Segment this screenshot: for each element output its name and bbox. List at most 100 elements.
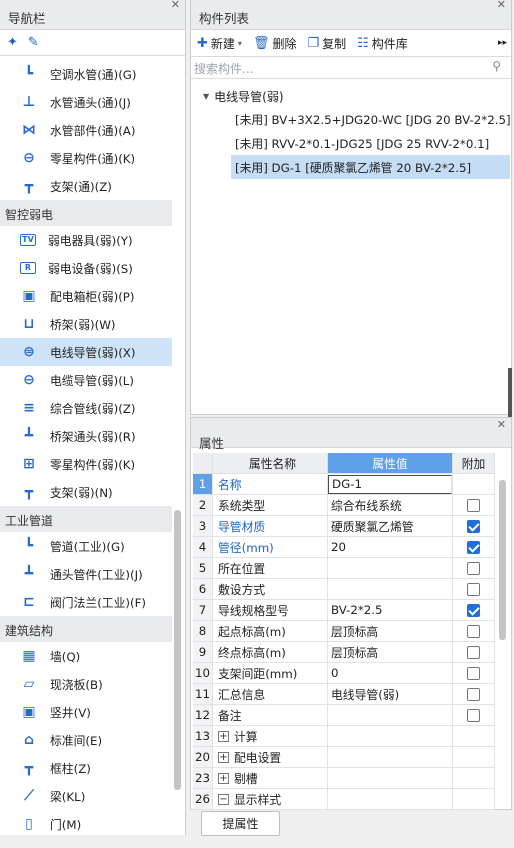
extract-property-button[interactable]: 提属性 bbox=[201, 811, 280, 836]
extra-checkbox[interactable] bbox=[467, 624, 480, 638]
search-icon[interactable]: ⚲ bbox=[492, 59, 501, 73]
sidebar-item[interactable]: ⊖ 零星构件(通)(K) bbox=[0, 144, 172, 172]
property-value[interactable]: 0 bbox=[328, 663, 453, 683]
sidebar-item[interactable]: ⊥ 水管通头(通)(J) bbox=[0, 88, 172, 116]
sidebar-item[interactable]: ⊖ 电缆导管(弱)(L) bbox=[0, 366, 172, 394]
property-name-text: 导线规格型号 bbox=[218, 603, 289, 618]
sidebar-item[interactable]: ┳ 支架(弱)(N) bbox=[0, 478, 172, 506]
expand-icon[interactable]: + bbox=[218, 772, 229, 784]
collapse-icon[interactable]: − bbox=[218, 793, 229, 805]
extra-checkbox[interactable] bbox=[467, 603, 480, 617]
sidebar-item[interactable]: ┗ 管道(工业)(G) bbox=[0, 532, 172, 560]
nav-scrollbar[interactable] bbox=[174, 510, 181, 790]
close-icon[interactable]: ✕ bbox=[497, 418, 506, 431]
table-row[interactable]: 4 管径(mm) 20 bbox=[193, 537, 495, 558]
close-icon[interactable]: ✕ bbox=[497, 0, 506, 11]
property-value[interactable]: 硬质聚氯乙烯管 bbox=[328, 516, 453, 536]
table-row[interactable]: 10 支架间距(mm) 0 bbox=[193, 663, 495, 684]
table-row[interactable]: 7 导线规格型号 BV-2*2.5 bbox=[193, 600, 495, 621]
sidebar-item[interactable]: ⊏ 阀门法兰(工业)(F) bbox=[0, 588, 172, 616]
sidebar-item[interactable]: ▱ 现浇板(B) bbox=[0, 670, 172, 698]
property-value[interactable]: 综合布线系统 bbox=[328, 495, 453, 515]
extra-checkbox[interactable] bbox=[467, 519, 480, 533]
sidebar-item[interactable]: ⋈ 水管部件(通)(A) bbox=[0, 116, 172, 144]
copy-button[interactable]: ❐ 复制 bbox=[307, 35, 346, 52]
sidebar-item[interactable]: ⊜ 电线导管(弱)(X) bbox=[0, 338, 172, 366]
expand-icon[interactable]: + bbox=[218, 730, 229, 742]
extra-checkbox[interactable] bbox=[467, 666, 480, 680]
sidebar-group[interactable]: 智控弱电 bbox=[0, 200, 172, 226]
property-value[interactable] bbox=[328, 747, 453, 767]
property-value[interactable] bbox=[328, 579, 453, 599]
more-icon[interactable]: ▸▸ bbox=[498, 38, 507, 48]
sidebar-group[interactable]: 建筑结构 bbox=[0, 616, 172, 642]
property-value[interactable]: 层顶标高 bbox=[328, 642, 453, 662]
search-input[interactable]: 搜索构件... ⚲ bbox=[191, 57, 511, 79]
extra-checkbox[interactable] bbox=[467, 645, 480, 659]
extra-checkbox[interactable] bbox=[467, 561, 480, 575]
sidebar-item[interactable]: R 弱电设备(弱)(S) bbox=[0, 254, 172, 282]
property-value[interactable] bbox=[328, 705, 453, 725]
delete-button[interactable]: 🗑 删除 bbox=[253, 35, 297, 52]
tree-leaf[interactable]: [未用] BV+3X2.5+JDG20-WC [JDG 20 BV-2*2.5] bbox=[231, 107, 511, 131]
extra-checkbox[interactable] bbox=[467, 540, 480, 554]
sidebar-item[interactable]: ▯ 门(M) bbox=[0, 810, 172, 835]
close-icon[interactable]: ✕ bbox=[171, 0, 180, 11]
table-row[interactable]: 6 敷设方式 bbox=[193, 579, 495, 600]
table-row[interactable]: 3 导管材质 硬质聚氯乙烯管 bbox=[193, 516, 495, 537]
chevron-down-icon[interactable]: ▾ bbox=[238, 39, 242, 48]
property-value[interactable] bbox=[328, 789, 453, 809]
sidebar-item[interactable]: ┻ 桥架通头(弱)(R) bbox=[0, 422, 172, 450]
property-value[interactable]: 层顶标高 bbox=[328, 621, 453, 641]
property-value[interactable] bbox=[328, 726, 453, 746]
sidebar-item[interactable]: ▦ 墙(Q) bbox=[0, 642, 172, 670]
sidebar-item[interactable]: ⌂ 标准间(E) bbox=[0, 726, 172, 754]
sidebar-item[interactable]: ┳ 框柱(Z) bbox=[0, 754, 172, 782]
table-row[interactable]: 23 + 剔槽 bbox=[193, 768, 495, 789]
property-value[interactable]: 电线导管(弱) bbox=[328, 684, 453, 704]
extra-checkbox[interactable] bbox=[467, 498, 480, 512]
table-row[interactable]: 13 + 计算 bbox=[193, 726, 495, 747]
collapse-icon[interactable]: ▼ bbox=[203, 92, 209, 101]
name-field[interactable]: DG-1 bbox=[328, 474, 452, 494]
extra-checkbox[interactable] bbox=[467, 582, 480, 596]
tree-leaf-selected[interactable]: [未用] DG-1 [硬质聚氯乙烯管 20 BV-2*2.5] bbox=[231, 155, 510, 179]
sidebar-item[interactable]: ▣ 竖井(V) bbox=[0, 698, 172, 726]
expand-icon[interactable]: + bbox=[218, 751, 229, 763]
extra-checkbox[interactable] bbox=[467, 708, 480, 722]
table-row[interactable]: 26− 显示样式 bbox=[193, 789, 495, 810]
library-button[interactable]: ☷ 构件库 bbox=[357, 35, 408, 52]
edit-icon[interactable]: ✎ bbox=[28, 35, 39, 50]
sidebar-item[interactable]: ┻ 通头管件(工业)(J) bbox=[0, 560, 172, 588]
sidebar-item[interactable]: ┳ 支架(通)(Z) bbox=[0, 172, 172, 200]
table-row[interactable]: 12 备注 bbox=[193, 705, 495, 726]
tree-leaf[interactable]: [未用] RVV-2*0.1-JDG25 [JDG 25 RVV-2*0.1] bbox=[231, 131, 510, 155]
table-row[interactable]: 9 终点标高(m) 层顶标高 bbox=[193, 642, 495, 663]
sidebar-item[interactable]: ⊞ 零星构件(弱)(K) bbox=[0, 450, 172, 478]
table-row[interactable]: 20 + 配电设置 bbox=[193, 747, 495, 768]
table-row[interactable]: 2 系统类型 综合布线系统 bbox=[193, 495, 495, 516]
sidebar-item[interactable]: ┗ 空调水管(通)(G) bbox=[0, 60, 172, 88]
property-value[interactable] bbox=[328, 558, 453, 578]
property-value[interactable]: 20 bbox=[328, 537, 453, 557]
table-row[interactable]: 11 汇总信息 电线导管(弱) bbox=[193, 684, 495, 705]
property-value[interactable]: BV-2*2.5 bbox=[328, 600, 453, 620]
sidebar-item-label: 弱电器具(弱)(Y) bbox=[48, 233, 133, 248]
table-row[interactable]: 5 所在位置 bbox=[193, 558, 495, 579]
table-row[interactable]: 8 起点标高(m) 层顶标高 bbox=[193, 621, 495, 642]
tree-root[interactable]: ▼ 电线导管(弱) bbox=[191, 85, 511, 107]
sidebar-item[interactable]: ⟋ 梁(KL) bbox=[0, 782, 172, 810]
table-row[interactable]: 1 名称 DG-1 bbox=[193, 474, 495, 495]
sidebar-item[interactable]: ⊔ 桥架(弱)(W) bbox=[0, 310, 172, 338]
sidebar-item[interactable]: ≡ 综合管线(弱)(Z) bbox=[0, 394, 172, 422]
sidebar-group[interactable]: 工业管道 bbox=[0, 506, 172, 532]
new-button[interactable]: ✚ 新建 ▾ bbox=[197, 35, 242, 52]
property-value[interactable]: DG-1 bbox=[328, 474, 453, 494]
property-value[interactable] bbox=[328, 768, 453, 788]
sidebar-item[interactable]: TV 弱电器具(弱)(Y) bbox=[0, 226, 172, 254]
prop-scrollbar[interactable] bbox=[499, 480, 506, 640]
sidebar-item[interactable]: ▣ 配电箱柜(弱)(P) bbox=[0, 282, 172, 310]
sparkle-icon[interactable]: ✦ bbox=[7, 35, 18, 50]
item-icon: ⊏ bbox=[23, 594, 35, 610]
extra-checkbox[interactable] bbox=[467, 687, 480, 701]
